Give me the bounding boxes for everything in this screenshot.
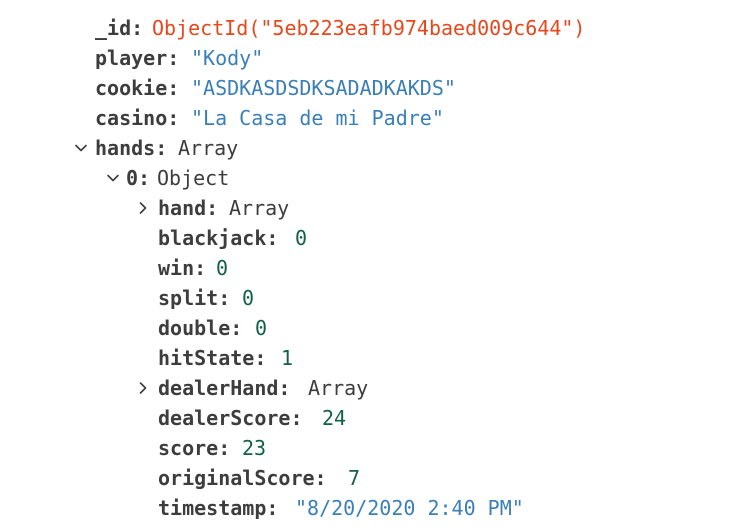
- field-value-number: 0: [242, 286, 255, 310]
- field-key: dealerHand:: [158, 376, 291, 400]
- field-value-objectid: ObjectId("5eb223eafb974baed009c644"): [152, 16, 586, 40]
- field-row-cookie: cookie: "ASDKASDSDKSADADKAKDS": [0, 73, 750, 103]
- field-row-player: player: "Kody": [0, 43, 750, 73]
- field-key: blackjack:: [158, 226, 279, 250]
- field-value-number: 1: [281, 346, 294, 370]
- field-value-string: "Kody": [191, 46, 264, 70]
- chevron-right-icon[interactable]: [135, 193, 151, 223]
- field-key: split:: [158, 286, 231, 310]
- field-value-number: 24: [322, 406, 347, 430]
- field-key: _id:: [95, 16, 144, 40]
- field-row-split: split: 0: [0, 283, 750, 313]
- field-value-number: 23: [242, 436, 267, 460]
- field-value-number: 0: [216, 256, 229, 280]
- field-value-type: Array: [178, 136, 239, 160]
- field-row-timestamp: timestamp: "8/20/2020 2:40 PM": [0, 493, 750, 523]
- field-row-blackjack: blackjack: 0: [0, 223, 750, 253]
- field-value-string: "ASDKASDSDKSADADKAKDS": [191, 76, 456, 100]
- field-row-double: double: 0: [0, 313, 750, 343]
- field-key: score:: [158, 436, 231, 460]
- field-key: win:: [158, 256, 207, 280]
- field-key: player:: [95, 46, 180, 70]
- chevron-right-icon[interactable]: [135, 373, 151, 403]
- field-row-dealerscore: dealerScore: 24: [0, 403, 750, 433]
- field-value-number: 7: [348, 466, 361, 490]
- field-row-id: _id: ObjectId("5eb223eafb974baed009c644"…: [0, 13, 750, 43]
- field-value-string: "8/20/2020 2:40 PM": [295, 496, 524, 520]
- field-row-hands[interactable]: hands: Array: [0, 133, 750, 163]
- field-key: hitState:: [158, 346, 267, 370]
- field-row-casino: casino: "La Casa de mi Padre": [0, 103, 750, 133]
- field-key: 0:: [126, 166, 151, 190]
- field-row-win: win: 0: [0, 253, 750, 283]
- field-key: dealerScore:: [158, 406, 303, 430]
- chevron-down-icon[interactable]: [73, 133, 89, 163]
- field-key: hand:: [158, 196, 219, 220]
- field-key: double:: [158, 316, 243, 340]
- field-value-number: 0: [255, 316, 268, 340]
- field-row-score: score: 23: [0, 433, 750, 463]
- field-row-dealerhand[interactable]: dealerHand: Array: [0, 373, 750, 403]
- field-value-type: Array: [308, 376, 369, 400]
- field-value-number: 0: [295, 226, 308, 250]
- field-key: casino:: [95, 106, 180, 130]
- field-key: timestamp:: [158, 496, 279, 520]
- field-key: originalScore:: [158, 466, 327, 490]
- chevron-down-icon[interactable]: [105, 163, 121, 193]
- field-value-string: "La Casa de mi Padre": [191, 106, 444, 130]
- field-row-index-0[interactable]: 0: Object: [0, 163, 750, 193]
- field-key: cookie:: [95, 76, 180, 100]
- field-row-hitstate: hitState: 1: [0, 343, 750, 373]
- field-row-hand[interactable]: hand: Array: [0, 193, 750, 223]
- field-value-type: Array: [229, 196, 290, 220]
- field-key: hands:: [95, 136, 168, 160]
- field-value-type: Object: [157, 166, 230, 190]
- document-tree: _id: ObjectId("5eb223eafb974baed009c644"…: [0, 13, 750, 523]
- field-row-originalscore: originalScore: 7: [0, 463, 750, 493]
